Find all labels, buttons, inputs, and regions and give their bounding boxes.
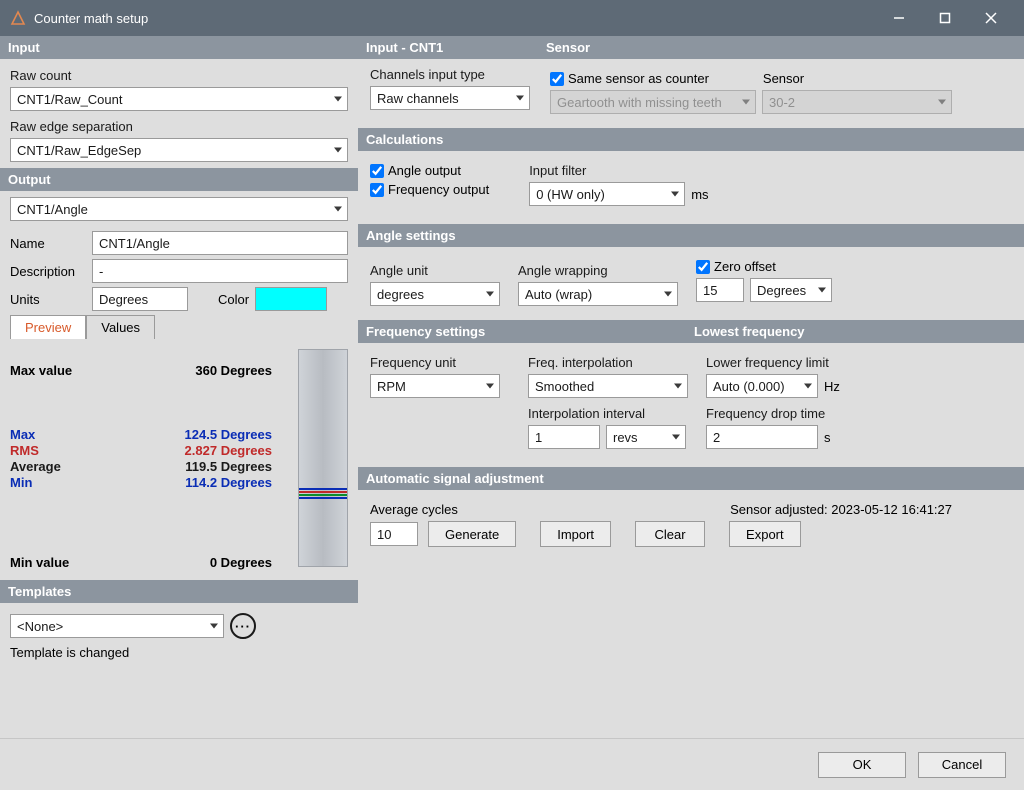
avg-cycles-input[interactable] bbox=[370, 522, 418, 546]
input-section-header: Input bbox=[0, 36, 358, 59]
stat-min-label: Min bbox=[10, 475, 32, 490]
stat-max-value: 124.5 Degrees bbox=[185, 427, 272, 442]
freq-interp-select[interactable]: Smoothed bbox=[528, 374, 688, 398]
avg-cycles-label: Average cycles bbox=[370, 502, 458, 517]
lower-freq-label: Lower frequency limit bbox=[706, 355, 840, 370]
calculations-header: Calculations bbox=[358, 128, 1024, 151]
template-more-button[interactable]: ··· bbox=[230, 613, 256, 639]
color-swatch[interactable] bbox=[255, 287, 327, 311]
channels-input-select[interactable]: Raw channels bbox=[370, 86, 530, 110]
interp-interval-unit-select[interactable]: revs bbox=[606, 425, 686, 449]
freq-unit-select[interactable]: RPM bbox=[370, 374, 500, 398]
units-input[interactable] bbox=[92, 287, 188, 311]
preview-bar-gauge bbox=[298, 349, 348, 567]
description-label: Description bbox=[10, 264, 86, 279]
color-label: Color bbox=[218, 292, 249, 307]
maximize-button[interactable] bbox=[922, 0, 968, 36]
freq-drop-input[interactable] bbox=[706, 425, 818, 449]
template-status: Template is changed bbox=[10, 645, 348, 660]
stat-max-label: Max bbox=[10, 427, 35, 442]
templates-section-header: Templates bbox=[0, 580, 358, 603]
freq-settings-header: Frequency settings bbox=[358, 320, 686, 343]
tab-values[interactable]: Values bbox=[86, 315, 155, 339]
close-button[interactable] bbox=[968, 0, 1014, 36]
auto-adjust-header: Automatic signal adjustment bbox=[358, 467, 1024, 490]
name-input[interactable] bbox=[92, 231, 348, 255]
zero-offset-input[interactable] bbox=[696, 278, 744, 302]
freq-drop-label: Frequency drop time bbox=[706, 406, 840, 421]
interp-interval-input[interactable] bbox=[528, 425, 600, 449]
angle-unit-select[interactable]: degrees bbox=[370, 282, 500, 306]
same-sensor-label: Same sensor as counter bbox=[568, 71, 709, 86]
template-select[interactable]: <None> bbox=[10, 614, 224, 638]
freq-unit-label: Frequency unit bbox=[370, 355, 510, 370]
sensor-label: Sensor bbox=[763, 71, 804, 86]
app-logo-icon bbox=[10, 10, 26, 26]
raw-count-label: Raw count bbox=[10, 68, 348, 83]
ok-button[interactable]: OK bbox=[818, 752, 906, 778]
angle-settings-header: Angle settings bbox=[358, 224, 1024, 247]
clear-button[interactable]: Clear bbox=[635, 521, 705, 547]
min-value: 0 Degrees bbox=[210, 555, 272, 570]
raw-edge-label: Raw edge separation bbox=[10, 119, 348, 134]
max-value: 360 Degrees bbox=[195, 363, 272, 378]
tab-preview[interactable]: Preview bbox=[10, 315, 86, 339]
angle-output-checkbox[interactable]: Angle output bbox=[370, 163, 489, 178]
cancel-button[interactable]: Cancel bbox=[918, 752, 1006, 778]
raw-edge-select[interactable]: CNT1/Raw_EdgeSep bbox=[10, 138, 348, 162]
window-title: Counter math setup bbox=[34, 11, 876, 26]
sensor-adjusted-label: Sensor adjusted: 2023-05-12 16:41:27 bbox=[730, 502, 952, 517]
lowest-freq-header: Lowest frequency bbox=[686, 320, 1024, 343]
generate-button[interactable]: Generate bbox=[428, 521, 516, 547]
min-value-label: Min value bbox=[10, 555, 69, 570]
import-button[interactable]: Import bbox=[540, 521, 611, 547]
freq-output-label: Frequency output bbox=[388, 182, 489, 197]
sensor-type-select: Geartooth with missing teeth bbox=[550, 90, 756, 114]
input-filter-label: Input filter bbox=[529, 163, 708, 178]
angle-output-label: Angle output bbox=[388, 163, 461, 178]
output-section-header: Output bbox=[0, 168, 358, 191]
freq-interp-label: Freq. interpolation bbox=[528, 355, 688, 370]
lower-freq-select[interactable]: Auto (0.000) bbox=[706, 374, 818, 398]
name-label: Name bbox=[10, 236, 86, 251]
angle-wrap-select[interactable]: Auto (wrap) bbox=[518, 282, 678, 306]
same-sensor-checkbox[interactable]: Same sensor as counter bbox=[550, 71, 709, 86]
stat-rms-value: 2.827 Degrees bbox=[185, 443, 272, 458]
zero-offset-checkbox[interactable]: Zero offset bbox=[696, 259, 832, 274]
freq-output-checkbox[interactable]: Frequency output bbox=[370, 182, 489, 197]
input-filter-select[interactable]: 0 (HW only) bbox=[529, 182, 685, 206]
stat-avg-value: 119.5 Degrees bbox=[185, 459, 272, 474]
sensor-header: Sensor bbox=[538, 36, 1024, 59]
stat-avg-label: Average bbox=[10, 459, 61, 474]
description-input[interactable] bbox=[92, 259, 348, 283]
output-channel-select[interactable]: CNT1/Angle bbox=[10, 197, 348, 221]
sensor-model-select: 30-2 bbox=[762, 90, 952, 114]
minimize-button[interactable] bbox=[876, 0, 922, 36]
freq-drop-unit: s bbox=[824, 430, 831, 445]
input-filter-unit: ms bbox=[691, 187, 708, 202]
zero-offset-label: Zero offset bbox=[714, 259, 776, 274]
angle-unit-label: Angle unit bbox=[370, 263, 500, 278]
same-sensor-cb-input[interactable] bbox=[550, 72, 564, 86]
raw-count-select[interactable]: CNT1/Raw_Count bbox=[10, 87, 348, 111]
angle-wrap-label: Angle wrapping bbox=[518, 263, 678, 278]
zero-offset-unit-select[interactable]: Degrees bbox=[750, 278, 832, 302]
export-button[interactable]: Export bbox=[729, 521, 801, 547]
stat-min-value: 114.2 Degrees bbox=[185, 475, 272, 490]
lower-freq-unit: Hz bbox=[824, 379, 840, 394]
channels-input-label: Channels input type bbox=[370, 67, 550, 82]
stat-rms-label: RMS bbox=[10, 443, 39, 458]
titlebar: Counter math setup bbox=[0, 0, 1024, 36]
interp-interval-label: Interpolation interval bbox=[528, 406, 688, 421]
units-label: Units bbox=[10, 292, 86, 307]
input-cnt-header: Input - CNT1 bbox=[358, 36, 538, 59]
max-value-label: Max value bbox=[10, 363, 72, 378]
